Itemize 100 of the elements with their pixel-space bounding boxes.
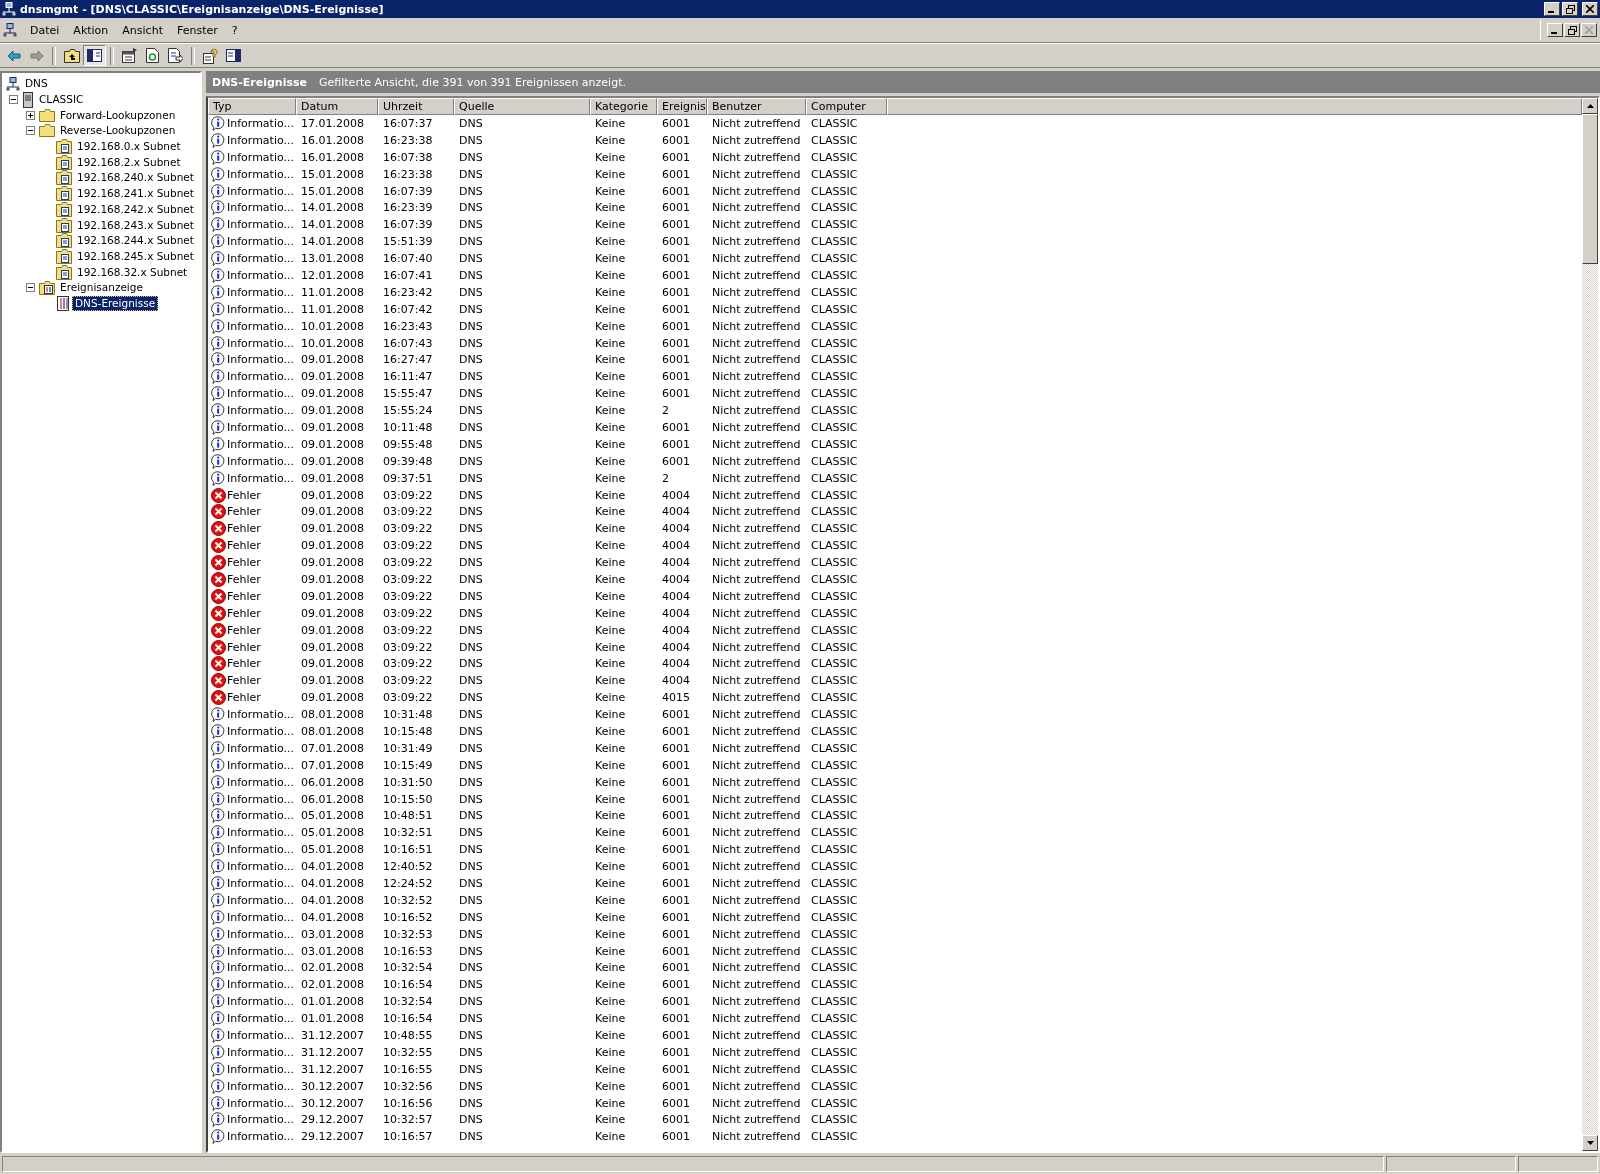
close-button[interactable] — [1581, 23, 1597, 37]
column-header[interactable]: Typ — [208, 98, 296, 115]
tree-item[interactable]: 192.168.245.x Subnet — [74, 248, 197, 264]
restore-button[interactable] — [1562, 2, 1578, 16]
tree-item[interactable]: Forward-Lookupzonen — [57, 107, 179, 123]
table-cell: Informatio... — [227, 724, 294, 739]
toolbar-button[interactable] — [83, 45, 106, 66]
scrollbar-thumb[interactable] — [1582, 114, 1598, 264]
table-cell-text: CLASSIC — [810, 166, 859, 182]
vertical-scrollbar[interactable] — [1582, 98, 1598, 1151]
close-icon — [1586, 5, 1594, 13]
tree-item[interactable]: 192.168.243.x Subnet — [74, 217, 197, 233]
tree-item[interactable]: 192.168.32.x Subnet — [74, 264, 191, 280]
table-cell-text: 16:07:39 — [382, 183, 434, 199]
tree-item[interactable]: DNS — [22, 76, 51, 92]
column-header[interactable]: Benutzer — [707, 98, 806, 115]
folder-document-icon — [56, 154, 72, 170]
expand-icon[interactable] — [25, 110, 35, 120]
tree-item[interactable]: Reverse-Lookupzonen — [57, 123, 179, 139]
table-cell-text: Nicht zutreffend — [711, 335, 802, 351]
collapse-icon[interactable] — [8, 95, 18, 105]
tree-item[interactable]: DNS-Ereignisse — [72, 295, 159, 311]
error-icon — [211, 656, 226, 672]
table-cell-text: 6001 — [661, 1028, 691, 1044]
table-cell-text: Nicht zutreffend — [711, 859, 802, 875]
table-cell-text: Keine — [594, 132, 627, 148]
table-cell-text: 03:09:22 — [382, 538, 434, 554]
close-button[interactable] — [1582, 2, 1598, 16]
collapse-icon[interactable] — [25, 283, 35, 293]
tree-item[interactable]: 192.168.240.x Subnet — [74, 170, 197, 186]
table-cell-text: CLASSIC — [810, 284, 859, 300]
column-header[interactable]: Ereignis — [657, 98, 707, 115]
table-cell-text: Nicht zutreffend — [711, 707, 802, 723]
table-cell-text: 13.01.2008 — [300, 251, 365, 267]
table-cell-text: 03:09:22 — [382, 639, 434, 655]
restore-button[interactable] — [1564, 23, 1580, 37]
table-cell-text: Keine — [594, 1078, 627, 1094]
table-cell: Informatio... — [227, 1095, 294, 1111]
table-cell-text: Keine — [594, 605, 627, 621]
column-header[interactable]: Uhrzeit — [378, 98, 454, 115]
table-cell-text: DNS — [458, 403, 484, 419]
column-header[interactable]: Quelle — [454, 98, 590, 115]
menu-item[interactable]: Datei — [23, 23, 67, 37]
error-icon — [211, 538, 226, 554]
table-cell: Informatio... — [227, 386, 294, 402]
table-cell-text: Keine — [594, 538, 627, 554]
table-cell-text: DNS — [458, 1028, 484, 1044]
minimize-button[interactable] — [1547, 23, 1563, 37]
tree-item[interactable]: CLASSIC — [36, 92, 87, 108]
column-header[interactable]: Datum — [296, 98, 378, 115]
menu-item[interactable]: Aktion — [66, 23, 116, 37]
table-cell-text: Nicht zutreffend — [711, 892, 802, 908]
table-cell-text: 02.01.2008 — [300, 977, 365, 993]
table-cell-text: DNS — [458, 200, 484, 216]
tree-item[interactable]: 192.168.2.x Subnet — [74, 154, 184, 170]
tree-item[interactable]: 192.168.242.x Subnet — [74, 201, 197, 217]
column-header[interactable]: Computer — [806, 98, 887, 115]
table-cell-text: 09.01.2008 — [300, 673, 365, 689]
table-cell-text: Nicht zutreffend — [711, 318, 802, 334]
tree-item[interactable]: 192.168.244.x Subnet — [74, 233, 197, 249]
table-cell-text: 16.01.2008 — [300, 149, 365, 165]
menu-item[interactable]: ? — [224, 23, 245, 37]
table-cell-text: CLASSIC — [810, 656, 859, 672]
table-cell-text: DNS — [458, 132, 484, 148]
table-cell-text: 4004 — [661, 588, 691, 604]
table-cell-text: Nicht zutreffend — [711, 301, 802, 317]
tree-item[interactable]: 192.168.0.x Subnet — [74, 139, 184, 155]
table-cell-text: 03.01.2008 — [300, 943, 365, 959]
tree-item[interactable]: Ereignisanzeige — [57, 280, 146, 296]
table-cell-text: Nicht zutreffend — [711, 200, 802, 216]
menu-item[interactable]: Fenster — [169, 23, 225, 37]
table-cell-text: Keine — [594, 470, 627, 486]
table-cell-text: Keine — [594, 588, 627, 604]
table-cell-text: 15:55:47 — [382, 386, 434, 402]
info-icon — [211, 977, 226, 993]
table-cell-text: 15.01.2008 — [300, 166, 365, 182]
info-icon — [211, 352, 226, 368]
table-cell-text: 10:32:55 — [382, 1044, 434, 1060]
table-cell-text: CLASSIC — [810, 183, 859, 199]
collapse-icon[interactable] — [25, 126, 35, 136]
table-cell: Informatio... — [227, 132, 294, 148]
column-header[interactable]: Kategorie — [590, 98, 657, 115]
table-cell-text: 6001 — [661, 740, 691, 756]
table-cell-text: Keine — [594, 436, 627, 452]
table-cell-text: DNS — [458, 859, 484, 875]
table-cell-text: CLASSIC — [810, 892, 859, 908]
table-cell-text: 10:32:57 — [382, 1112, 434, 1128]
menu-item[interactable]: Ansicht — [115, 23, 170, 37]
table-cell: Informatio... — [227, 318, 294, 334]
table-cell-text: 09:39:48 — [382, 453, 434, 469]
table-cell-text: Nicht zutreffend — [711, 639, 802, 655]
table-cell-text: CLASSIC — [810, 943, 859, 959]
table-cell-text: 6001 — [661, 842, 691, 858]
table-cell-text: 09.01.2008 — [300, 656, 365, 672]
table-cell-text: 6001 — [661, 251, 691, 267]
table-cell-text: 09.01.2008 — [300, 555, 365, 571]
table-cell-text: Nicht zutreffend — [711, 740, 802, 756]
minimize-button[interactable] — [1544, 2, 1560, 16]
refresh-icon — [146, 48, 159, 63]
tree-item[interactable]: 192.168.241.x Subnet — [74, 186, 197, 202]
